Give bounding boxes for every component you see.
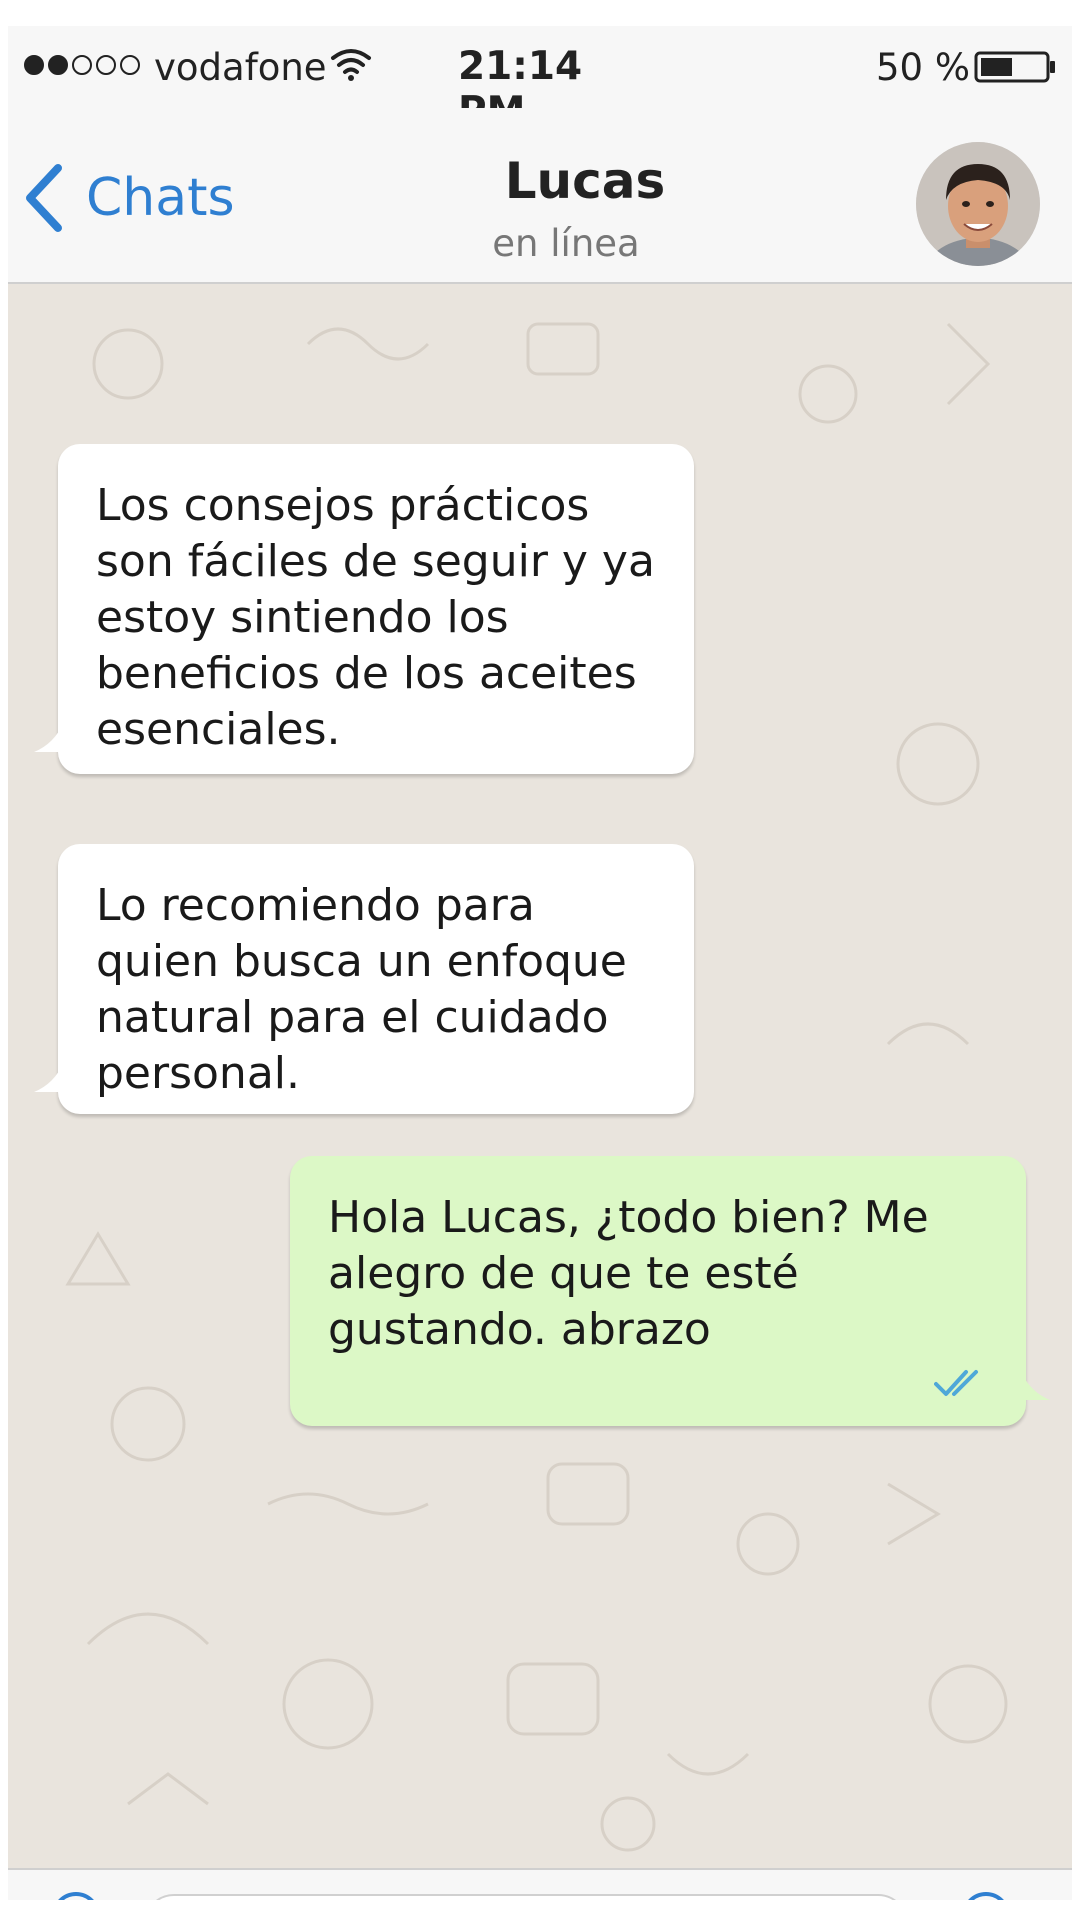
message-bubble-outgoing[interactable]: Hola Lucas, ¿todo bien? Me alegro de que… — [290, 1156, 1050, 1426]
battery-icon — [974, 51, 1055, 83]
mic-icon[interactable] — [958, 1888, 1014, 1900]
message-text: Lo recomiendo para quien busca un enfoqu… — [96, 880, 627, 1099]
battery-percentage: 50 % — [876, 46, 970, 89]
message-input[interactable] — [144, 1894, 908, 1900]
chevron-left-icon — [26, 164, 62, 232]
chat-header: Chats Lucas en línea — [8, 108, 1072, 284]
message-input-bar — [8, 1868, 1072, 1900]
bubble-tail — [1020, 1370, 1050, 1400]
contact-name[interactable]: Lucas — [388, 152, 782, 210]
signal-dot — [48, 55, 68, 75]
message-text: Los consejos prácticos son fáciles de se… — [96, 480, 655, 755]
attach-icon[interactable] — [48, 1888, 104, 1900]
wifi-icon — [331, 49, 371, 81]
bubble-tail — [34, 722, 64, 752]
signal-dot — [96, 55, 116, 75]
message-bubble-incoming[interactable]: Los consejos prácticos son fáciles de se… — [34, 444, 694, 774]
back-to-chats-button[interactable]: Chats — [20, 158, 235, 238]
signal-dots-icon — [24, 55, 140, 75]
carrier-name: vodafone — [154, 46, 327, 89]
contact-photo — [916, 142, 1040, 266]
avatar[interactable] — [916, 142, 1040, 266]
chat-messages-area[interactable]: Los consejos prácticos son fáciles de se… — [8, 284, 1072, 1868]
status-bar: vodafone 21:14 PM 50 % — [8, 26, 1072, 134]
message-bubble-incoming[interactable]: Lo recomiendo para quien busca un enfoqu… — [34, 844, 694, 1114]
message-text: Hola Lucas, ¿todo bien? Me alegro de que… — [328, 1192, 929, 1355]
signal-dot — [72, 55, 92, 75]
double-check-icon — [934, 1370, 978, 1396]
contact-status: en línea — [492, 222, 640, 265]
phone-screen: vodafone 21:14 PM 50 % Chats Lucas en lí… — [8, 26, 1072, 1900]
bubble-tail — [34, 1062, 64, 1092]
signal-dot — [120, 55, 140, 75]
back-button-label: Chats — [86, 168, 235, 228]
signal-dot — [24, 55, 44, 75]
